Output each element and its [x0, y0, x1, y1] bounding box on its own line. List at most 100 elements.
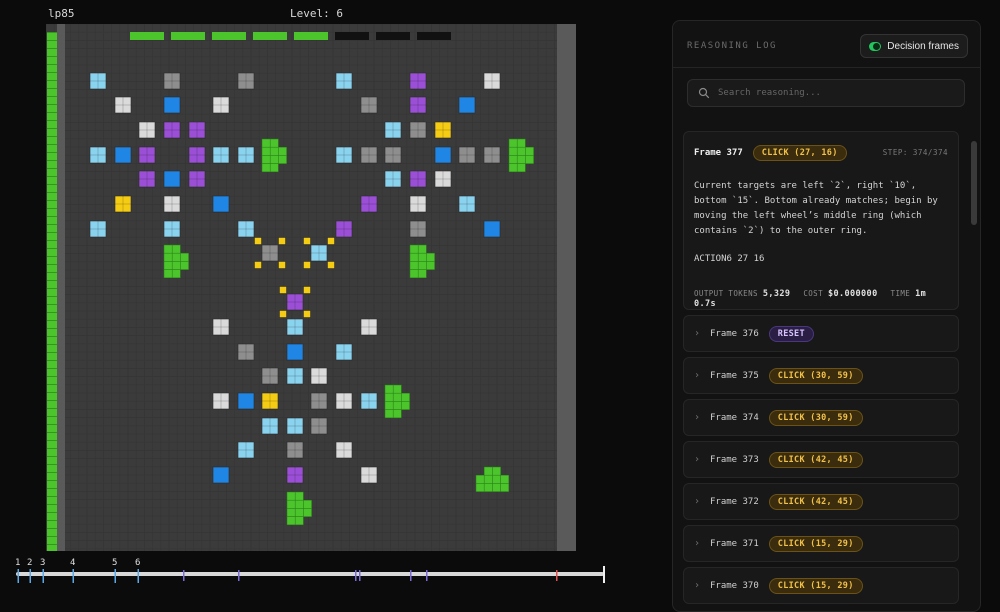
progress-tick	[47, 248, 57, 249]
toggle-icon	[869, 41, 882, 51]
green-piece	[475, 474, 485, 484]
progress-tick	[47, 272, 57, 273]
progress-tick	[47, 424, 57, 425]
action-badge: CLICK (42, 45)	[768, 451, 863, 468]
green-piece	[500, 483, 510, 492]
green-piece	[171, 252, 181, 262]
frame-card[interactable]: › Frame 372 CLICK (42, 45)	[683, 483, 959, 520]
progress-tick	[47, 112, 57, 113]
green-piece	[409, 269, 419, 279]
progress-tick	[47, 216, 57, 217]
timeline-end-handle	[603, 566, 605, 583]
green-piece	[294, 499, 304, 509]
green-piece	[163, 244, 173, 254]
game-board[interactable]	[46, 24, 576, 551]
tile	[237, 392, 255, 410]
progress-tick	[47, 328, 57, 329]
progress-tick	[47, 240, 57, 241]
decision-frames-label: Decision frames	[887, 40, 959, 52]
timeline-level-label: 5	[112, 558, 117, 568]
green-piece	[163, 261, 173, 270]
progress-tick	[47, 200, 57, 201]
action-badge: CLICK (27, 16)	[752, 145, 847, 161]
timeline-event-tick	[238, 570, 240, 581]
timeline-level-label: 3	[40, 558, 45, 568]
frame-card-expanded[interactable]: Frame 377 CLICK (27, 16) STEP: 374/374 C…	[683, 131, 959, 310]
green-piece	[392, 392, 402, 402]
chevron-right-icon: ›	[694, 370, 701, 381]
timeline-level-tick	[42, 569, 44, 583]
time-label: TIME	[890, 289, 911, 298]
progress-tick	[47, 232, 57, 233]
game-grid[interactable]	[46, 24, 576, 551]
timeline-event-tick	[355, 570, 357, 581]
timeline-event-tick	[183, 570, 185, 581]
green-piece	[171, 269, 181, 279]
divider	[673, 67, 980, 68]
frame-list: Frame 377 CLICK (27, 16) STEP: 374/374 C…	[683, 131, 959, 609]
progress-tick	[47, 72, 57, 73]
chevron-right-icon: ›	[694, 412, 701, 423]
panel-title: REASONING LOG	[687, 41, 777, 51]
green-piece	[417, 244, 427, 254]
progress-tick	[47, 120, 57, 121]
green-piece	[303, 499, 312, 509]
cursor-corner	[254, 261, 262, 269]
timeline-scrubber[interactable]: 123 4 5 6	[10, 552, 610, 595]
timeline-level-tick	[17, 569, 19, 583]
scrollbar-thumb[interactable]	[971, 141, 977, 225]
progress-tick	[47, 536, 57, 537]
frame-card[interactable]: › Frame 374 CLICK (30, 59)	[683, 399, 959, 436]
progress-tick	[47, 320, 57, 321]
green-piece	[294, 508, 304, 517]
frame-label: Frame 375	[710, 370, 759, 381]
search-box[interactable]	[687, 79, 965, 107]
green-piece	[278, 146, 287, 156]
green-piece	[516, 138, 526, 148]
progress-tick	[47, 488, 57, 489]
progress-tick	[47, 376, 57, 377]
progress-tick	[47, 312, 57, 313]
right-border	[557, 24, 576, 551]
frame-card[interactable]: › Frame 376 RESET	[683, 315, 959, 352]
timeline-track	[16, 572, 604, 576]
progress-tick	[47, 64, 57, 65]
cursor-corner	[303, 310, 311, 318]
green-piece	[516, 163, 526, 173]
frame-card[interactable]: › Frame 373 CLICK (42, 45)	[683, 441, 959, 478]
frame-card[interactable]: › Frame 370 CLICK (15, 29)	[683, 567, 959, 604]
frame-label: Frame 373	[710, 454, 759, 465]
green-piece	[180, 261, 189, 270]
green-piece	[180, 252, 189, 262]
game-id: lp85	[48, 7, 75, 20]
progress-tick	[47, 512, 57, 513]
progress-tick	[47, 360, 57, 361]
timeline-event-tick	[556, 570, 558, 581]
green-piece	[269, 146, 279, 156]
decision-frames-toggle[interactable]: Decision frames	[860, 34, 968, 58]
progress-tick	[47, 368, 57, 369]
search-input[interactable]	[716, 87, 960, 99]
frame-card[interactable]: › Frame 375 CLICK (30, 59)	[683, 357, 959, 394]
frame-card[interactable]: › Frame 371 CLICK (15, 29)	[683, 525, 959, 562]
green-piece	[492, 466, 501, 476]
green-piece	[294, 516, 304, 526]
green-piece	[392, 384, 402, 394]
green-piece	[483, 466, 493, 476]
green-piece	[508, 155, 518, 164]
green-piece	[409, 244, 419, 254]
progress-tick	[47, 496, 57, 497]
progress-tick	[47, 192, 57, 193]
action-badge: CLICK (42, 45)	[768, 493, 863, 510]
timeline-level-label: 6	[135, 558, 140, 568]
green-piece	[417, 252, 427, 262]
progress-tick	[47, 432, 57, 433]
green-piece	[171, 261, 181, 270]
green-piece	[417, 261, 427, 270]
level-segment	[253, 32, 287, 40]
tile	[163, 170, 181, 188]
progress-tick	[47, 80, 57, 81]
green-piece	[516, 146, 526, 156]
progress-tick	[47, 400, 57, 401]
green-piece	[384, 409, 394, 419]
